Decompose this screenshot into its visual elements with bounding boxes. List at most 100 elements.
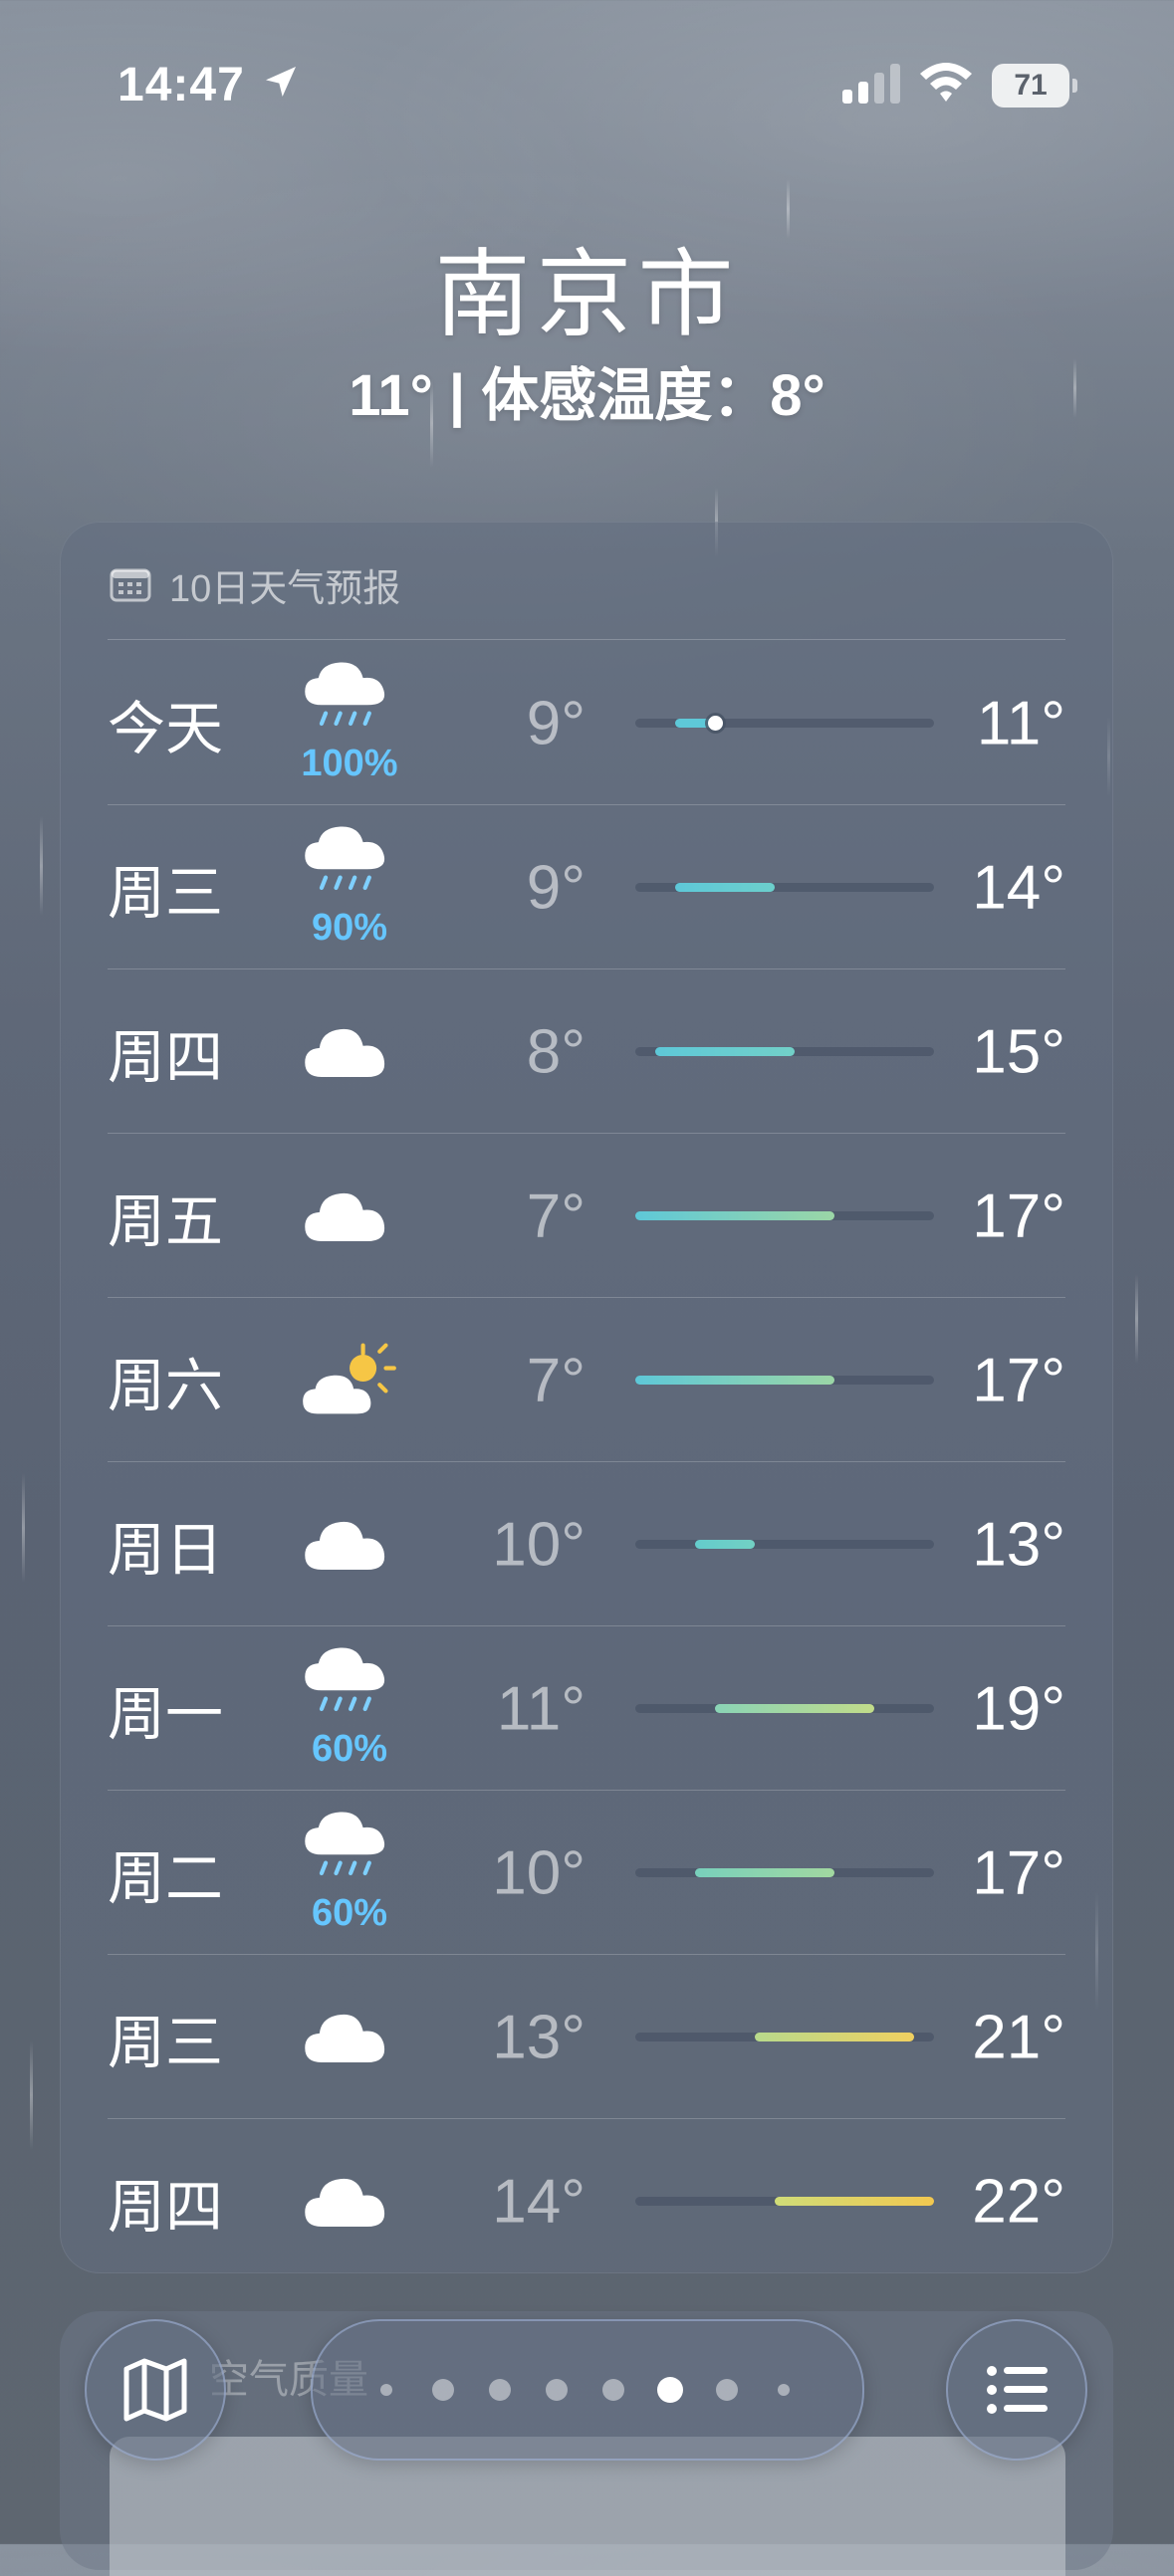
forecast-day: 周日 xyxy=(108,1517,224,1583)
high-temperature: 13° xyxy=(972,1510,1065,1579)
page-dot[interactable] xyxy=(432,2379,454,2401)
temperature-range-bar xyxy=(635,1376,834,1385)
forecast-day: 周三 xyxy=(108,860,224,926)
low-temperature: 7° xyxy=(526,1346,586,1414)
cloud-icon xyxy=(305,2014,385,2062)
forecast-day: 周四 xyxy=(108,1024,224,1090)
temperature-range-bar xyxy=(715,1704,874,1713)
temperature-range-bar xyxy=(655,1047,795,1056)
precipitation-chance: 100% xyxy=(301,743,398,784)
forecast-row[interactable]: 周一 60% 11° 19° xyxy=(108,1626,1065,1791)
list-icon xyxy=(987,2366,1048,2414)
precipitation-chance: 60% xyxy=(311,1728,388,1770)
low-temperature: 13° xyxy=(492,2003,586,2071)
high-temperature: 15° xyxy=(972,1017,1065,1086)
calendar-icon xyxy=(110,568,151,602)
low-temperature: 7° xyxy=(526,1181,586,1250)
low-temperature: 9° xyxy=(526,853,586,922)
temperature-range-track xyxy=(635,2197,934,2206)
ten-day-forecast-card[interactable]: 10日天气预报 今天 100% 9° 11° 周三 90% 9° 14° 周四 8° 15° 周五 7°… xyxy=(60,522,1113,2273)
partly-sunny-icon xyxy=(303,1343,396,1414)
temperature-range-track xyxy=(635,1704,934,1713)
page-dot[interactable] xyxy=(778,2384,790,2396)
forecast-row[interactable]: 周五 7° 17° xyxy=(108,1134,1065,1298)
page-dot[interactable] xyxy=(489,2379,511,2401)
high-temperature: 19° xyxy=(972,1674,1065,1743)
temperature-range-bar xyxy=(675,883,775,892)
low-temperature: 8° xyxy=(526,1017,586,1086)
forecast-row[interactable]: 周四 8° 15° xyxy=(108,969,1065,1134)
current-temperature: 11° xyxy=(349,363,433,428)
temperature-range-track xyxy=(635,883,934,892)
temperature-range-bar xyxy=(635,1211,834,1220)
rain-cloud-icon xyxy=(305,662,385,727)
temperature-range-track xyxy=(635,2033,934,2041)
page-dot[interactable] xyxy=(546,2379,568,2401)
temperature-range-bar xyxy=(695,1540,755,1549)
feels-like-temperature: 体感温度：8° xyxy=(481,363,825,428)
cloud-icon xyxy=(305,1028,385,1077)
page-dot[interactable] xyxy=(716,2379,738,2401)
high-temperature: 11° xyxy=(976,689,1065,757)
high-temperature: 21° xyxy=(972,2003,1065,2071)
rain-cloud-icon xyxy=(305,826,385,891)
forecast-row[interactable]: 周日 10° 13° xyxy=(108,1462,1065,1626)
battery-tip xyxy=(1072,79,1077,93)
forecast-title: 10日天气预报 xyxy=(169,567,401,610)
temperature-range-track xyxy=(635,1868,934,1877)
location-arrow-icon xyxy=(266,67,296,97)
rain-cloud-icon xyxy=(305,1647,385,1712)
cloud-icon xyxy=(305,2178,385,2227)
high-temperature: 14° xyxy=(972,853,1065,922)
temperature-range-track xyxy=(635,716,934,731)
temperature-range-bar xyxy=(755,2033,914,2041)
forecast-day: 周五 xyxy=(108,1188,224,1254)
status-bar: 14:47 71 xyxy=(0,0,1174,169)
city-list-button[interactable] xyxy=(946,2319,1087,2461)
forecast-day: 周二 xyxy=(108,1845,224,1911)
forecast-row[interactable]: 周三 90% 9° 14° xyxy=(108,805,1065,969)
forecast-day: 周一 xyxy=(108,1681,224,1747)
divider xyxy=(108,639,1065,640)
high-temperature: 17° xyxy=(972,1346,1065,1414)
forecast-day: 周四 xyxy=(108,2174,224,2240)
forecast-day: 周六 xyxy=(108,1353,224,1418)
low-temperature: 10° xyxy=(492,1838,586,1907)
low-temperature: 9° xyxy=(526,689,586,757)
low-temperature: 14° xyxy=(492,2167,586,2236)
rain-cloud-icon xyxy=(305,1812,385,1876)
high-temperature: 17° xyxy=(972,1181,1065,1250)
forecast-row[interactable]: 今天 100% 9° 11° xyxy=(108,641,1065,805)
forecast-day: 周三 xyxy=(108,2010,224,2075)
page-indicator[interactable] xyxy=(311,2319,864,2461)
temperature-range-track xyxy=(635,1211,934,1220)
page-dot[interactable] xyxy=(380,2384,392,2396)
cloud-icon xyxy=(305,1192,385,1241)
battery-indicator: 71 xyxy=(992,64,1069,107)
temperature-range-track xyxy=(635,1540,934,1549)
forecast-row[interactable]: 周三 13° 21° xyxy=(108,1955,1065,2119)
high-temperature: 22° xyxy=(972,2167,1065,2236)
temperature-range-bar xyxy=(695,1868,834,1877)
low-temperature: 10° xyxy=(492,1510,586,1579)
cellular-signal-icon xyxy=(842,64,900,104)
wifi-icon xyxy=(920,63,972,102)
temperature-range-track xyxy=(635,1376,934,1385)
map-icon xyxy=(123,2358,187,2422)
map-button[interactable] xyxy=(85,2319,226,2461)
forecast-row[interactable]: 周六 7° 17° xyxy=(108,1298,1065,1462)
page-dot-active[interactable] xyxy=(657,2377,683,2403)
current-temperature-marker xyxy=(708,716,723,731)
cloud-icon xyxy=(305,1521,385,1570)
separator: | xyxy=(448,363,482,428)
forecast-header: 10日天气预报 xyxy=(110,559,401,610)
page-dot[interactable] xyxy=(602,2379,624,2401)
forecast-row[interactable]: 周二 60% 10° 17° xyxy=(108,1791,1065,1955)
precipitation-chance: 90% xyxy=(311,907,388,949)
precipitation-chance: 60% xyxy=(311,1892,388,1934)
forecast-day: 今天 xyxy=(108,696,224,761)
low-temperature: 11° xyxy=(496,1674,586,1743)
forecast-row[interactable]: 周四 14° 22° xyxy=(108,2119,1065,2283)
status-time: 14:47 xyxy=(117,59,245,111)
temperature-summary: 11° | 体感温度：8° xyxy=(0,348,1174,432)
